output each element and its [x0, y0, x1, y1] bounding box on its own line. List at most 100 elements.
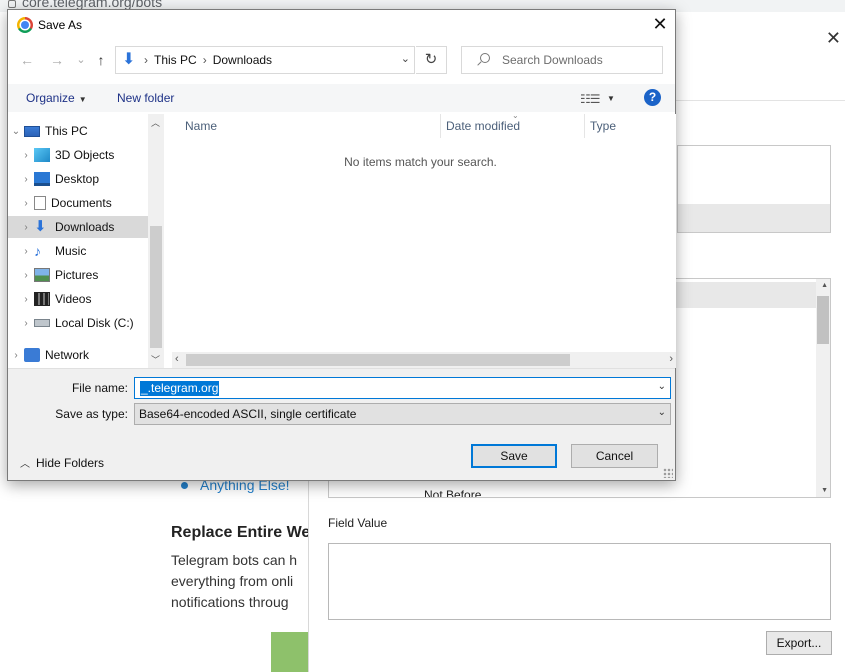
chrome-icon [17, 17, 33, 33]
refresh-button[interactable]: ↻ [416, 46, 447, 74]
tree-item-this-pc[interactable]: ⌄ This PC [8, 120, 148, 142]
chevron-down-icon[interactable]: ⌄ [8, 126, 24, 137]
chevron-right-icon[interactable]: › [8, 350, 24, 361]
scrollbar-thumb[interactable] [150, 226, 162, 348]
chevron-up-icon[interactable]: ︿ [151, 116, 160, 129]
save-button[interactable]: Save [471, 444, 557, 468]
chevron-left-icon[interactable]: ‹ [175, 353, 179, 365]
tree-item-3d-objects[interactable]: › 3D Objects [8, 144, 148, 166]
save-as-type-select[interactable]: Base64-encoded ASCII, single certificate… [134, 403, 671, 425]
list-item[interactable]: Not Before [424, 488, 481, 497]
hide-folders-button[interactable]: ︿ Hide Folders [20, 455, 105, 471]
field-value-label: Field Value [328, 516, 388, 530]
scroll-up-icon[interactable]: ▲ [821, 282, 828, 289]
chevron-right-icon[interactable]: › [669, 353, 673, 365]
field-value-textarea[interactable] [328, 543, 831, 620]
vertical-scrollbar[interactable]: ▲ ▼ [816, 279, 830, 497]
green-banner [271, 632, 311, 672]
breadcrumb-this-pc[interactable]: This PC [154, 53, 197, 67]
column-divider[interactable] [584, 114, 585, 138]
tree-item-label: Music [55, 244, 87, 258]
scrollbar-thumb[interactable] [186, 354, 570, 366]
breadcrumb-downloads[interactable]: Downloads [213, 53, 272, 67]
column-header-name[interactable]: Name [185, 114, 217, 138]
folder-tree: ⌄ This PC › 3D Objects › Desktop › Docum… [8, 114, 164, 368]
tree-item-videos[interactable]: › Videos [8, 288, 148, 310]
save-as-type-value: Base64-encoded ASCII, single certificate [139, 407, 357, 421]
tree-item-documents[interactable]: › Documents [8, 192, 148, 214]
3d-objects-icon [34, 148, 50, 162]
chevron-right-icon[interactable]: › [18, 150, 34, 161]
scrollbar-thumb[interactable] [817, 296, 829, 344]
column-divider[interactable] [440, 114, 441, 138]
search-placeholder: Search Downloads [502, 53, 603, 67]
tree-item-desktop[interactable]: › Desktop [8, 168, 148, 190]
chevron-down-icon[interactable]: ﹀ [151, 353, 160, 366]
tree-item-music[interactable]: › ♪ Music [8, 240, 148, 262]
paragraph-line: notifications throug [171, 594, 289, 610]
file-list[interactable]: Name ⌄ Date modified Type No items match… [165, 111, 676, 368]
column-header-type[interactable]: Type [590, 114, 616, 138]
chevron-right-icon[interactable]: › [18, 222, 34, 233]
pc-icon [24, 125, 40, 137]
recent-locations-icon[interactable]: ⌄ [70, 45, 92, 75]
tree-item-label: Videos [55, 292, 92, 306]
close-button[interactable]: ✕ [645, 10, 675, 40]
selected-row[interactable] [678, 204, 830, 232]
resize-grip-icon[interactable] [663, 468, 673, 478]
search-input[interactable]: Search Downloads [461, 46, 663, 74]
certificate-hierarchy-list[interactable] [677, 145, 831, 233]
address-bar[interactable]: ⬇ › This PC › Downloads ⌄ [115, 46, 415, 74]
videos-icon [34, 292, 50, 306]
breadcrumb-separator-icon[interactable]: › [203, 53, 207, 67]
title-bar[interactable]: Save As ✕ [8, 10, 675, 40]
tree-item-pictures[interactable]: › Pictures [8, 264, 148, 286]
tree-item-label: 3D Objects [55, 148, 115, 162]
export-button[interactable]: Export... [766, 631, 832, 655]
tree-item-label: This PC [45, 124, 88, 138]
chevron-right-icon[interactable]: › [18, 174, 34, 185]
file-name-label: File name: [71, 381, 128, 395]
up-arrow-icon[interactable]: ↑ [90, 45, 112, 75]
chevron-down-icon[interactable]: ⌄ [658, 407, 666, 418]
tree-scrollbar[interactable]: ︿ ﹀ [148, 114, 164, 368]
bullet-icon [181, 481, 188, 489]
tree-item-label: Local Disk (C:) [55, 316, 134, 330]
column-header-date-modified[interactable]: Date modified [446, 114, 520, 138]
chevron-right-icon[interactable]: › [18, 294, 34, 305]
file-name-value[interactable]: _.telegram.org [140, 381, 220, 396]
tree-item-downloads[interactable]: › ⬇ Downloads [8, 216, 148, 238]
back-arrow-icon[interactable]: ← [16, 45, 38, 75]
help-icon[interactable]: ? [644, 89, 661, 106]
tree-item-network[interactable]: › Network [8, 344, 148, 366]
tree-item-local-disk[interactable]: › Local Disk (C:) [8, 312, 148, 334]
section-heading: Replace Entire We [171, 524, 311, 541]
organize-label: Organize [26, 91, 75, 105]
caret-down-icon: ▼ [78, 95, 87, 104]
organize-menu[interactable]: Organize ▼ [26, 91, 87, 105]
chevron-right-icon[interactable]: › [18, 318, 34, 329]
close-icon[interactable]: ✕ [826, 28, 841, 49]
new-folder-button[interactable]: New folder [117, 91, 174, 105]
chevron-right-icon[interactable]: › [18, 246, 34, 257]
save-as-dialog: Save As ✕ ← → ⌄ ↑ ⬇ › This PC › Download… [7, 9, 676, 481]
search-icon [476, 53, 490, 67]
documents-icon [34, 196, 46, 210]
cancel-button[interactable]: Cancel [571, 444, 658, 468]
view-options-icon[interactable]: ☷☰ [580, 92, 600, 106]
chevron-right-icon[interactable]: › [18, 270, 34, 281]
chevron-down-icon[interactable]: ⌄ [401, 52, 410, 65]
navigation-bar: ← → ⌄ ↑ ⬇ › This PC › Downloads ⌄ ↻ Sear… [8, 45, 675, 75]
horizontal-scrollbar[interactable]: ‹ › [172, 352, 676, 368]
music-icon: ♪ [34, 243, 41, 259]
forward-arrow-icon[interactable]: → [46, 45, 68, 75]
pictures-icon [34, 268, 50, 282]
chevron-right-icon[interactable]: › [18, 198, 34, 209]
tree-item-label: Documents [51, 196, 112, 210]
caret-down-icon[interactable]: ▼ [607, 94, 615, 103]
hide-folders-label: Hide Folders [36, 455, 105, 470]
scroll-down-icon[interactable]: ▼ [821, 487, 828, 494]
file-name-input[interactable]: _.telegram.org ⌄ [134, 377, 671, 399]
chevron-down-icon[interactable]: ⌄ [658, 381, 666, 392]
breadcrumb-separator-icon[interactable]: › [144, 53, 148, 67]
